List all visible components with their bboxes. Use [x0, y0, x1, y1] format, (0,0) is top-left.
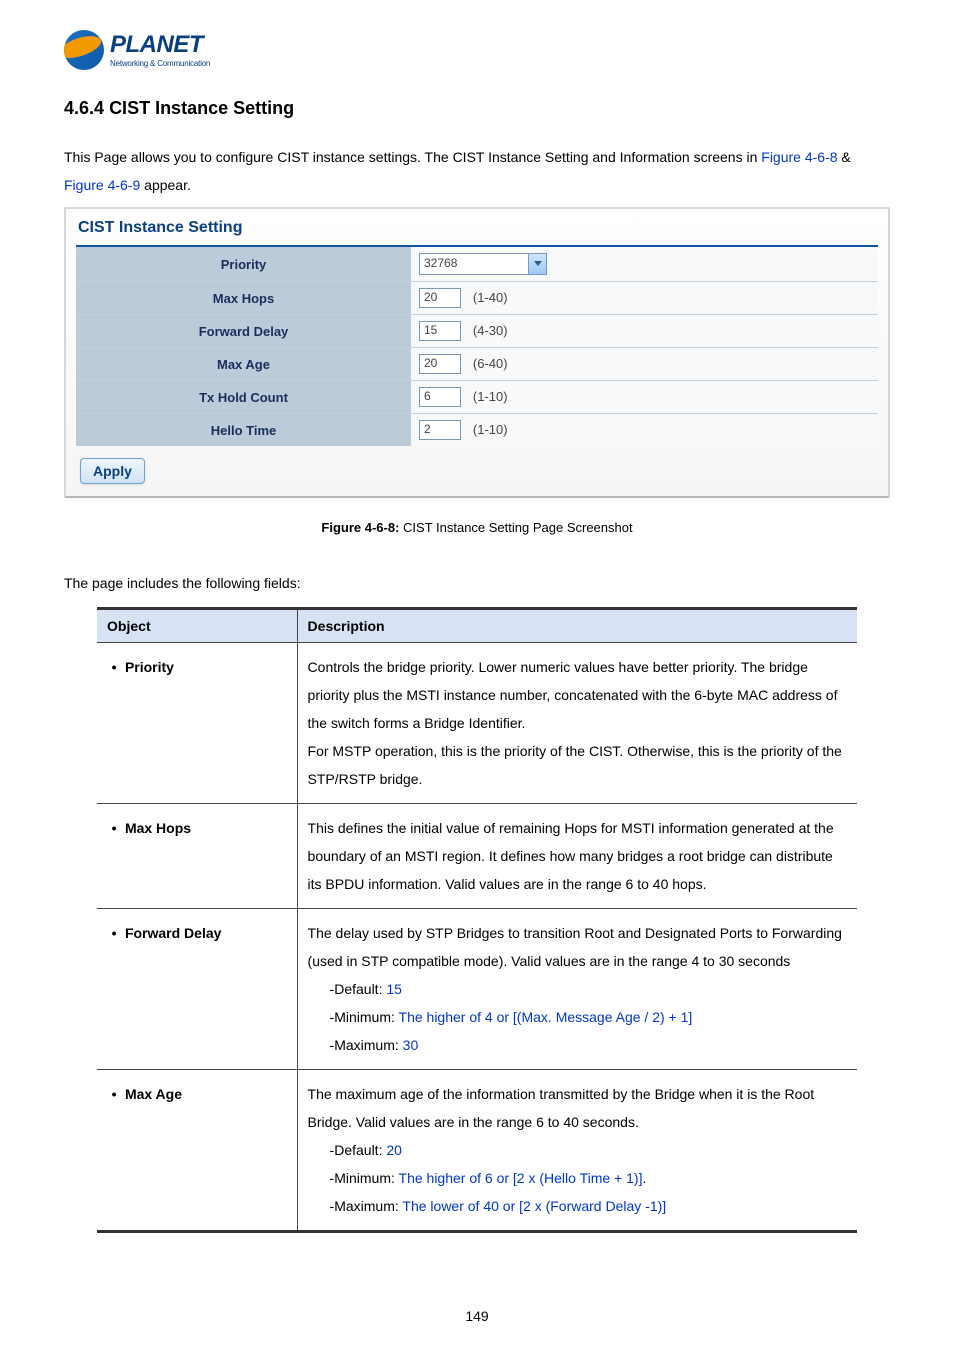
swoosh-icon	[64, 32, 104, 63]
fd-min-val: The higher of 4 or [(Max. Message Age / …	[399, 1009, 693, 1025]
section-title: CIST Instance Setting	[109, 98, 294, 118]
desc-forward-delay: The delay used by STP Bridges to transit…	[297, 909, 857, 1070]
intro-post: appear.	[144, 177, 191, 193]
desc-max-hops: This defines the initial value of remain…	[297, 804, 857, 909]
max-age-range: (6-40)	[473, 356, 508, 371]
ma-min-val: The higher of 6 or [2 x (Hello Time + 1)…	[399, 1170, 643, 1186]
fd-min-label: -Minimum:	[330, 1009, 399, 1025]
forward-delay-input[interactable]: 15	[419, 321, 461, 341]
page-number: 149	[0, 1308, 954, 1324]
desc-forward-delay-p1: The delay used by STP Bridges to transit…	[308, 925, 842, 969]
section-heading: 4.6.4 CIST Instance Setting	[64, 98, 890, 119]
ma-max-label: -Maximum:	[330, 1198, 403, 1214]
desc-max-age: The maximum age of the information trans…	[297, 1070, 857, 1232]
hello-time-input[interactable]: 2	[419, 420, 461, 440]
globe-icon	[64, 30, 104, 70]
section-number: 4.6.4	[64, 98, 104, 118]
label-tx-hold-count: Tx Hold Count	[76, 381, 411, 414]
max-age-input[interactable]: 20	[419, 354, 461, 374]
figure-link-1[interactable]: Figure 4-6-8	[761, 149, 837, 165]
figure-label: Figure 4-6-8:	[321, 520, 399, 535]
fields-table: Object Description • Priority Controls t…	[97, 607, 857, 1233]
label-priority: Priority	[76, 247, 411, 282]
fieldrow-max-hops: • Max Hops This defines the initial valu…	[97, 804, 857, 909]
label-forward-delay: Forward Delay	[76, 315, 411, 348]
chevron-down-icon[interactable]	[528, 254, 546, 274]
label-max-age: Max Age	[76, 348, 411, 381]
cist-panel: CIST Instance Setting Priority 32768 Max…	[64, 207, 890, 498]
row-forward-delay: Forward Delay 15 (4-30)	[76, 315, 878, 348]
ma-min-trail: .	[642, 1170, 646, 1186]
bullet-icon: •	[107, 1080, 121, 1108]
hello-time-range: (1-10)	[473, 422, 508, 437]
max-hops-range: (1-40)	[473, 290, 508, 305]
row-max-age: Max Age 20 (6-40)	[76, 348, 878, 381]
fieldrow-priority: • Priority Controls the bridge priority.…	[97, 643, 857, 804]
figure-link-2[interactable]: Figure 4-6-9	[64, 177, 140, 193]
desc-priority: Controls the bridge priority. Lower nume…	[297, 643, 857, 804]
row-max-hops: Max Hops 20 (1-40)	[76, 282, 878, 315]
obj-forward-delay: Forward Delay	[125, 925, 221, 941]
fieldrow-forward-delay: • Forward Delay The delay used by STP Br…	[97, 909, 857, 1070]
logo: PLANET Networking & Communication	[64, 30, 890, 70]
bullet-icon: •	[107, 653, 121, 681]
apply-button[interactable]: Apply	[80, 458, 145, 484]
row-hello-time: Hello Time 2 (1-10)	[76, 414, 878, 446]
ma-default-val: 20	[386, 1142, 402, 1158]
desc-max-hops-p1: This defines the initial value of remain…	[308, 820, 834, 892]
fd-max-val: 30	[403, 1037, 419, 1053]
bullet-icon: •	[107, 814, 121, 842]
panel-title: CIST Instance Setting	[76, 215, 878, 247]
label-hello-time: Hello Time	[76, 414, 411, 446]
row-priority: Priority 32768	[76, 247, 878, 282]
priority-select[interactable]: 32768	[419, 253, 547, 275]
ma-default-label: -Default:	[330, 1142, 387, 1158]
logo-tagline: Networking & Communication	[110, 59, 210, 68]
figure-caption: Figure 4-6-8: CIST Instance Setting Page…	[64, 520, 890, 535]
fields-leadin: The page includes the following fields:	[64, 575, 890, 591]
fd-default-val: 15	[386, 981, 402, 997]
fd-max-label: -Maximum:	[330, 1037, 403, 1053]
intro-paragraph: This Page allows you to configure CIST i…	[64, 143, 890, 199]
obj-max-hops: Max Hops	[125, 820, 191, 836]
obj-priority: Priority	[125, 659, 174, 675]
bullet-icon: •	[107, 919, 121, 947]
header-description: Description	[297, 609, 857, 643]
obj-max-age: Max Age	[125, 1086, 182, 1102]
ma-max-val: The lower of 40 or [2 x (Forward Delay -…	[402, 1198, 666, 1214]
priority-value: 32768	[420, 254, 528, 272]
fieldrow-max-age: • Max Age The maximum age of the informa…	[97, 1070, 857, 1232]
ma-min-label: -Minimum:	[330, 1170, 399, 1186]
desc-priority-p2: For MSTP operation, this is the priority…	[308, 743, 842, 787]
header-object: Object	[97, 609, 297, 643]
logo-name: PLANET	[110, 33, 210, 57]
label-max-hops: Max Hops	[76, 282, 411, 315]
desc-max-age-p1: The maximum age of the information trans…	[308, 1086, 815, 1130]
settings-table: Priority 32768 Max Hops 20 (1-40) Forwar…	[76, 247, 878, 446]
intro-pre: This Page allows you to configure CIST i…	[64, 149, 761, 165]
tx-hold-count-range: (1-10)	[473, 389, 508, 404]
tx-hold-count-input[interactable]: 6	[419, 387, 461, 407]
fd-default-label: -Default:	[330, 981, 387, 997]
max-hops-input[interactable]: 20	[419, 288, 461, 308]
row-tx-hold-count: Tx Hold Count 6 (1-10)	[76, 381, 878, 414]
figure-text: CIST Instance Setting Page Screenshot	[399, 520, 632, 535]
intro-amp: &	[841, 149, 850, 165]
desc-priority-p1: Controls the bridge priority. Lower nume…	[308, 659, 838, 731]
forward-delay-range: (4-30)	[473, 323, 508, 338]
